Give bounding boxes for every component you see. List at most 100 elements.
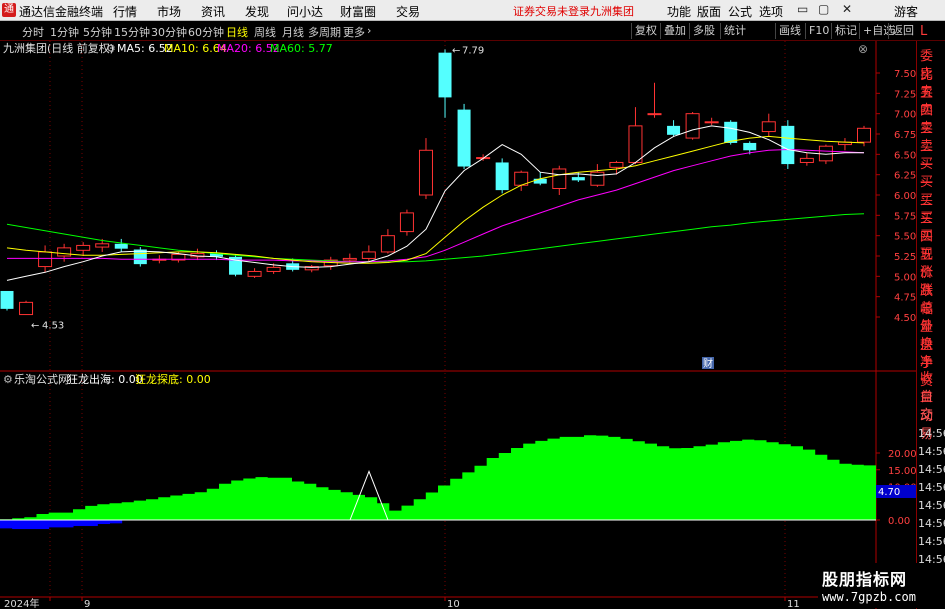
candle-body	[380, 235, 395, 253]
indicator-blue-bar	[36, 520, 50, 530]
candle-body	[0, 290, 14, 309]
kline-chart[interactable]: 九洲集团(日线 前复权) ⚙ MA5: 6.52 MA10: 6.64 MA20…	[0, 41, 945, 609]
close-icon[interactable]: ✕	[842, 2, 852, 16]
candle-body	[247, 270, 262, 277]
period-toolbar: 分时 1分钟 5分钟 15分钟 30分钟 60分钟 日线 周线 月线 多周期 更…	[0, 21, 945, 41]
toolbar-overlay-button[interactable]: 叠加	[660, 23, 689, 39]
price-tick-label: 5.50	[894, 232, 916, 243]
x-axis-month-9: 9	[84, 599, 90, 609]
period-tab-15min[interactable]: 15分钟	[114, 24, 150, 40]
x-axis-year-label: 2024年	[4, 597, 39, 609]
candle-body	[761, 121, 776, 133]
restore-icon[interactable]: ▢	[818, 2, 829, 16]
candle-body	[76, 244, 91, 251]
candle-body	[743, 142, 757, 151]
price-tick-label: 6.50	[894, 150, 916, 161]
candle-body	[590, 171, 605, 186]
close-panel-icon[interactable]: ⊗	[858, 42, 868, 56]
menu-item-trade[interactable]: 交易	[396, 3, 420, 20]
candle-body	[19, 301, 34, 316]
site-watermark: 股朋指标网 www.7gpzb.com	[818, 563, 943, 608]
menu-item-formula[interactable]: 公式	[728, 3, 752, 20]
candle-body	[57, 247, 72, 257]
toolbar-multistock-button[interactable]: 多股	[689, 23, 718, 39]
more-chevron-icon[interactable]: ›	[367, 24, 371, 37]
period-tab-timeshare[interactable]: 分时	[22, 24, 44, 40]
low-price-arrow-icon: ←	[31, 321, 39, 332]
settings-gear-icon[interactable]: ⚙	[106, 42, 116, 55]
x-axis-month-10: 10	[447, 599, 460, 609]
menu-bar: 通 通达信金融终端 行情 市场 资讯 发现 问小达 财富圈 交易 证券交易未登录…	[0, 0, 945, 21]
indicator-tick-label: 20.00	[888, 449, 917, 460]
candle-body	[685, 113, 700, 139]
indicator-blue-bar	[97, 520, 110, 525]
candle-body	[781, 125, 795, 165]
candle-body	[457, 109, 471, 167]
period-tab-30min[interactable]: 30分钟	[151, 24, 187, 40]
indicator-blue-bar	[48, 520, 62, 528]
stock-header: 九洲集团(日线 前复权)	[3, 41, 114, 55]
trade-time: 14:56	[918, 517, 945, 530]
candle-body	[552, 168, 567, 189]
toolbar-adjust-button[interactable]: 复权	[631, 23, 660, 39]
menu-item-news[interactable]: 资讯	[201, 3, 225, 20]
toolbar-f10-button[interactable]: F10	[805, 23, 832, 39]
indicator-blue-bar	[0, 520, 13, 529]
indicator-green-area	[0, 435, 876, 520]
current-stock-link[interactable]: 九洲集团	[590, 3, 634, 19]
menu-item-layout[interactable]: 版面	[697, 3, 721, 20]
high-price-label: 7.79	[462, 45, 484, 56]
period-tab-1min[interactable]: 1分钟	[50, 24, 79, 40]
period-tab-5min[interactable]: 5分钟	[83, 24, 112, 40]
indicator-line2-label: 狂龙探底: 0.00	[135, 372, 211, 386]
price-tick-label: 5.75	[894, 211, 916, 222]
period-tab-monthly[interactable]: 月线	[282, 24, 304, 40]
candle-body	[533, 178, 547, 184]
menu-item-market[interactable]: 市场	[157, 3, 181, 20]
price-tick-label: 5.00	[894, 272, 916, 283]
indicator-blue-bar	[60, 520, 74, 528]
candle-body	[342, 257, 357, 261]
menu-item-quotes[interactable]: 行情	[113, 3, 137, 20]
watermark-title: 股朋指标网	[822, 570, 908, 589]
candle-body	[361, 251, 376, 259]
menu-item-wealth[interactable]: 财富圈	[340, 3, 376, 20]
securities-login-status[interactable]: 证券交易未登录	[513, 3, 590, 19]
trade-time: 14:56	[918, 481, 945, 494]
menu-item-discover[interactable]: 发现	[245, 3, 269, 20]
toolbar-draw-button[interactable]: 画线	[775, 23, 804, 39]
candle-body	[704, 121, 719, 124]
candle-body	[38, 251, 53, 268]
candlestick-series	[0, 49, 871, 316]
period-tab-daily[interactable]: 日线	[226, 24, 248, 40]
price-tick-label: 4.50	[894, 313, 916, 324]
period-tab-60min[interactable]: 60分钟	[188, 24, 224, 40]
period-tab-weekly[interactable]: 周线	[254, 24, 276, 40]
menu-item-functions[interactable]: 功能	[667, 3, 691, 20]
indicator-blue-bar	[109, 520, 123, 524]
toolbar-stats-button[interactable]: 统计	[720, 23, 749, 39]
toolbar-back-button[interactable]: 返回	[888, 23, 917, 39]
menu-item-options[interactable]: 选项	[759, 3, 783, 20]
candle-body	[628, 125, 643, 163]
guest-user[interactable]: 游客	[894, 3, 918, 20]
price-tick-label: 6.25	[894, 171, 916, 182]
price-tick-label: 5.25	[894, 252, 916, 263]
indicator-tick-label: 15.00	[888, 466, 917, 477]
indicator-line1-label: 狂龙出海: 0.00	[67, 372, 143, 386]
candle-body	[799, 157, 814, 163]
period-tab-more[interactable]: 更多	[343, 24, 365, 40]
finance-marker[interactable]: 财	[703, 357, 713, 370]
price-tick-label: 7.00	[894, 110, 916, 121]
price-tick-label: 7.25	[894, 89, 916, 100]
menu-item-assistant[interactable]: 问小达	[287, 3, 323, 20]
period-tab-multi[interactable]: 多周期	[308, 24, 341, 40]
candle-body	[438, 52, 452, 98]
minimize-icon[interactable]: ▭	[797, 2, 808, 16]
trade-time: 14:56	[918, 499, 945, 512]
x-axis-month-11: 11	[787, 599, 800, 609]
candle-body	[857, 127, 871, 143]
price-tick-label: 6.00	[894, 191, 916, 202]
toolbar-mark-button[interactable]: 标记	[831, 23, 860, 39]
indicator-settings-icon[interactable]: ⚙	[3, 373, 13, 386]
